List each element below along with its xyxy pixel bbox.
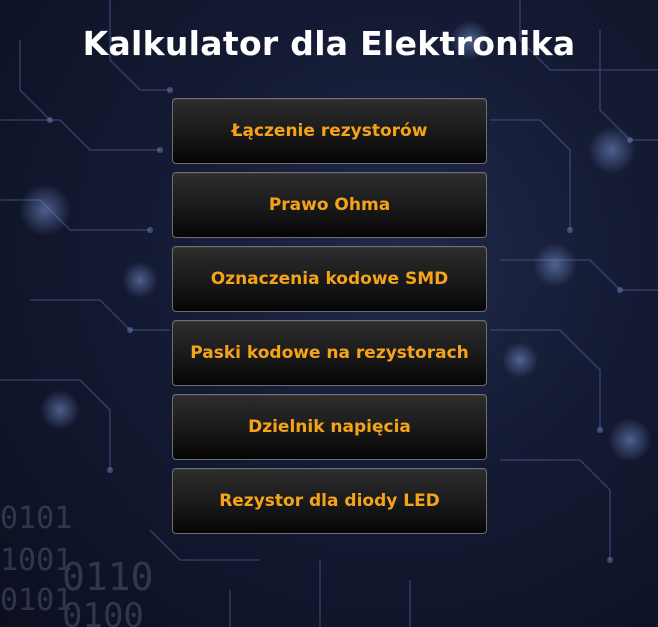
ohms-law-button[interactable]: Prawo Ohma (172, 172, 487, 238)
binary-text: 0110 (62, 555, 154, 599)
binary-text: 0101 (0, 501, 72, 536)
resistor-combination-button[interactable]: Łączenie rezystorów (172, 98, 487, 164)
led-resistor-button[interactable]: Rezystor dla diody LED (172, 468, 487, 534)
voltage-divider-button[interactable]: Dzielnik napięcia (172, 394, 487, 460)
binary-text: 0100 (62, 596, 144, 627)
app-title: Kalkulator dla Elektronika (82, 24, 576, 63)
smd-codes-button[interactable]: Oznaczenia kodowe SMD (172, 246, 487, 312)
resistor-color-codes-button[interactable]: Paski kodowe na rezystorach (172, 320, 487, 386)
main-menu: Łączenie rezystorów Prawo Ohma Oznaczeni… (172, 98, 487, 542)
